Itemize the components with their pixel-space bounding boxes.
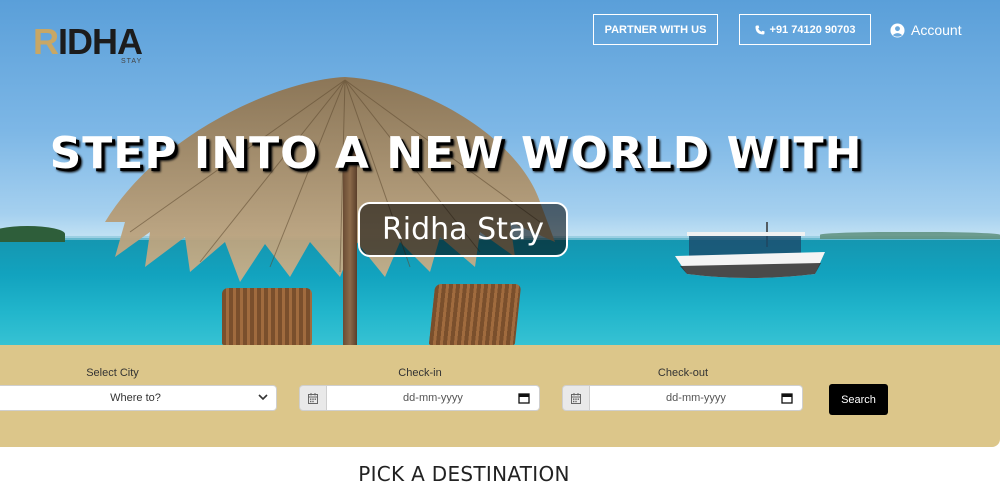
account-link[interactable]: Account bbox=[890, 22, 962, 38]
city-label: Select City bbox=[86, 367, 139, 379]
chevron-down-icon bbox=[258, 394, 268, 401]
calendar-icon[interactable] bbox=[518, 392, 530, 404]
search-bar: Select City Check-in Check-out Where to?… bbox=[0, 345, 1000, 447]
calendar-icon bbox=[308, 392, 318, 404]
checkin-date-input[interactable]: dd-mm-yyyy bbox=[327, 385, 540, 411]
ridha-stay-logo[interactable]: RIDHA STAY bbox=[33, 22, 153, 66]
boat bbox=[675, 222, 825, 278]
island-left bbox=[0, 226, 65, 242]
account-icon bbox=[890, 22, 905, 38]
calendar-icon bbox=[571, 392, 581, 404]
checkout-date-input[interactable]: dd-mm-yyyy bbox=[590, 385, 803, 411]
checkout-calendar-addon[interactable] bbox=[562, 385, 590, 411]
checkin-label: Check-in bbox=[398, 367, 442, 379]
pick-destination-title: PICK A DESTINATION bbox=[358, 462, 570, 486]
city-select[interactable]: Where to? bbox=[0, 385, 277, 411]
search-button[interactable]: Search bbox=[829, 384, 888, 415]
checkout-label: Check-out bbox=[657, 367, 709, 379]
beach-chair bbox=[222, 288, 312, 345]
phone-button[interactable]: +91 74120 90703 bbox=[739, 14, 871, 45]
partner-with-us-button[interactable]: PARTNER WITH US bbox=[593, 14, 718, 45]
phone-icon bbox=[755, 25, 765, 34]
beach-chair bbox=[428, 284, 522, 345]
calendar-icon[interactable] bbox=[781, 392, 793, 404]
hero-brand-pill: Ridha Stay bbox=[358, 202, 568, 257]
umbrella-pole bbox=[343, 150, 357, 345]
island-right bbox=[820, 232, 1000, 239]
hero-headline: STEP INTO A NEW WORLD WITH bbox=[49, 128, 863, 179]
hero-banner: RIDHA STAY PARTNER WITH US +91 74120 907… bbox=[0, 0, 1000, 345]
checkin-calendar-addon[interactable] bbox=[299, 385, 327, 411]
